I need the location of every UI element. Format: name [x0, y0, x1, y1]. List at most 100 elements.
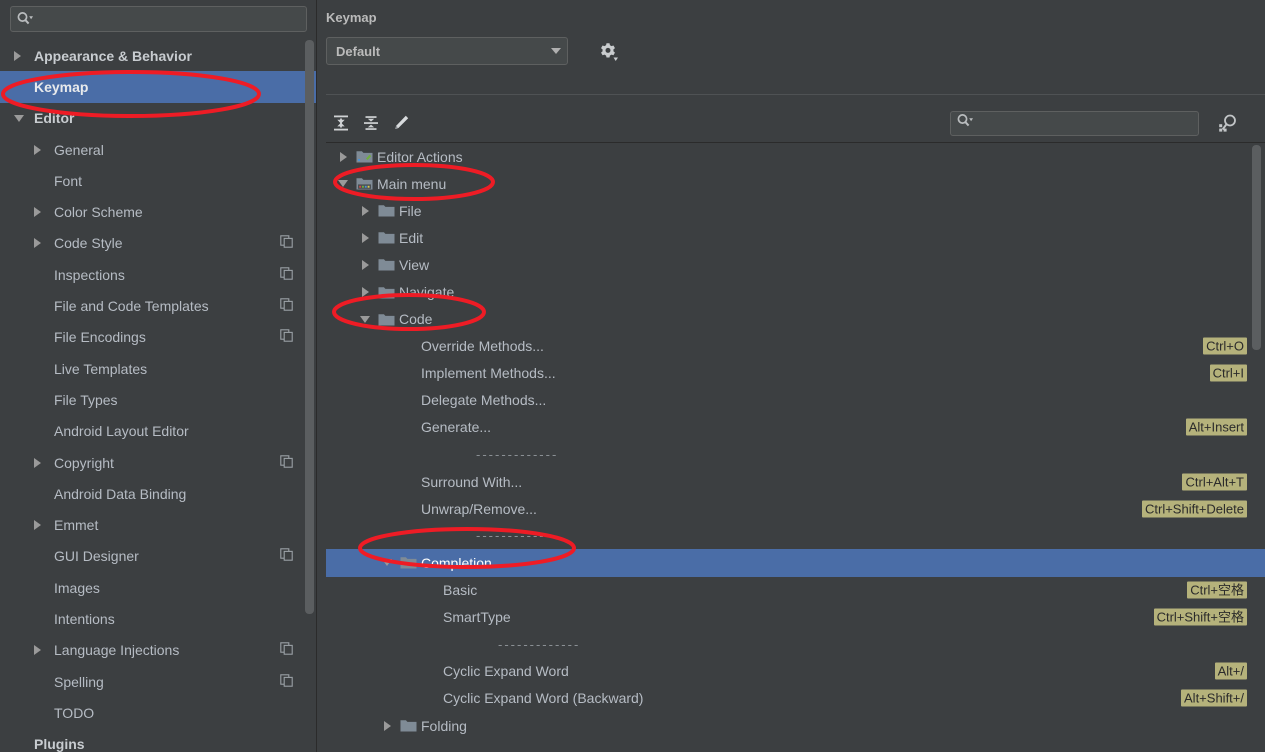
sidebar-item-code-style[interactable]: Code Style	[0, 228, 317, 259]
keymap-tree[interactable]: Editor Actions Main menu File Edit View Navig…	[326, 142, 1265, 752]
shortcut-badge: Ctrl+Alt+T	[1182, 473, 1247, 491]
sidebar-item-label: File and Code Templates	[54, 298, 209, 315]
tree-row-main-menu[interactable]: Main menu	[326, 170, 1265, 197]
chevron-right-icon[interactable]	[34, 520, 54, 531]
chevron-right-icon[interactable]	[354, 287, 376, 298]
tree-row-view[interactable]: View	[326, 251, 1265, 278]
project-scope-icon	[280, 548, 293, 564]
tree-row-override-methods[interactable]: Override Methods... Ctrl+O	[326, 333, 1265, 360]
sidebar-search-container	[0, 0, 317, 36]
tree-row-edit[interactable]: Edit	[326, 224, 1265, 251]
sidebar-item-appearance-behavior[interactable]: Appearance & Behavior	[0, 40, 317, 71]
chevron-down-icon[interactable]	[354, 315, 376, 323]
sidebar-item-copyright[interactable]: Copyright	[0, 447, 317, 478]
keymap-tree-scrollbar[interactable]	[1252, 145, 1261, 752]
sidebar-item-file-types[interactable]: File Types	[0, 384, 317, 415]
chevron-down-icon[interactable]	[14, 114, 34, 122]
chevron-right-icon[interactable]	[354, 259, 376, 270]
tree-row-smarttype[interactable]: SmartType Ctrl+Shift+空格	[326, 604, 1265, 631]
tree-row-label: SmartType	[443, 609, 511, 626]
sidebar-item-gui-designer[interactable]: GUI Designer	[0, 541, 317, 572]
chevron-down-icon[interactable]	[332, 180, 354, 188]
tree-row-basic[interactable]: Basic Ctrl+空格	[326, 577, 1265, 604]
tree-row-label: File	[399, 202, 422, 219]
sidebar-item-editor[interactable]: Editor	[0, 103, 317, 134]
tree-row-file[interactable]: File	[326, 197, 1265, 224]
tree-separator: -------------	[326, 631, 1265, 658]
tree-row-generate[interactable]: Generate... Alt+Insert	[326, 414, 1265, 441]
sidebar-scrollbar-thumb[interactable]	[305, 40, 314, 614]
project-scope-icon	[280, 329, 293, 345]
sidebar-item-label: Spelling	[54, 673, 104, 690]
sidebar-item-live-templates[interactable]: Live Templates	[0, 353, 317, 384]
shortcut-badge: Ctrl+空格	[1187, 581, 1247, 599]
keymap-settings-button[interactable]	[594, 38, 620, 64]
sidebar-search-input[interactable]	[34, 8, 306, 30]
tree-row-editor-actions[interactable]: Editor Actions	[326, 143, 1265, 170]
sidebar-item-emmet[interactable]: Emmet	[0, 509, 317, 540]
sidebar-item-label: Emmet	[54, 517, 99, 534]
chevron-right-icon[interactable]	[354, 232, 376, 243]
sidebar-item-intentions[interactable]: Intentions	[0, 603, 317, 634]
sidebar-item-android-layout-editor[interactable]: Android Layout Editor	[0, 416, 317, 447]
sidebar-item-language-injections[interactable]: Language Injections	[0, 635, 317, 666]
sidebar-item-label: File Encodings	[54, 329, 146, 346]
find-by-shortcut-button[interactable]	[1211, 109, 1245, 137]
chevron-right-icon[interactable]	[14, 50, 34, 61]
sidebar-item-label: Editor	[34, 110, 75, 127]
tree-row-cyclic-expand-word-backward[interactable]: Cyclic Expand Word (Backward) Alt+Shift+/	[326, 685, 1265, 712]
chevron-right-icon[interactable]	[34, 207, 54, 218]
chevron-down-icon[interactable]	[376, 559, 398, 567]
sidebar-item-inspections[interactable]: Inspections	[0, 259, 317, 290]
keymap-tree-scrollbar-thumb[interactable]	[1252, 145, 1261, 350]
tree-row-delegate-methods[interactable]: Delegate Methods...	[326, 387, 1265, 414]
sidebar-item-file-and-code-templates[interactable]: File and Code Templates	[0, 290, 317, 321]
keymap-tree-rows: Editor Actions Main menu File Edit View Navig…	[326, 143, 1265, 752]
tree-row-folding[interactable]: Folding	[326, 712, 1265, 739]
sidebar-item-color-scheme[interactable]: Color Scheme	[0, 196, 317, 227]
tree-row-completion[interactable]: Completion	[326, 549, 1265, 577]
sidebar-search-field[interactable]	[10, 6, 307, 32]
sidebar-item-label: General	[54, 141, 104, 158]
tree-row-cyclic-expand-word[interactable]: Cyclic Expand Word Alt+/	[326, 658, 1265, 685]
edit-shortcut-button[interactable]	[386, 109, 416, 137]
tree-row-label: Unwrap/Remove...	[421, 500, 537, 517]
expand-all-button[interactable]	[326, 109, 356, 137]
collapse-all-button[interactable]	[356, 109, 386, 137]
sidebar-item-keymap[interactable]: Keymap	[0, 71, 317, 103]
sidebar-item-label: TODO	[54, 704, 95, 721]
chevron-right-icon[interactable]	[34, 238, 54, 249]
sidebar-item-file-encodings[interactable]: File Encodings	[0, 322, 317, 353]
sidebar-item-font[interactable]: Font	[0, 165, 317, 196]
keymap-search-input[interactable]	[974, 112, 1198, 134]
chevron-right-icon[interactable]	[376, 720, 398, 731]
tree-row-label: Cyclic Expand Word	[443, 663, 569, 680]
sidebar-scrollbar[interactable]	[305, 40, 314, 752]
sidebar-item-general[interactable]: General	[0, 134, 317, 165]
tree-row-implement-methods[interactable]: Implement Methods... Ctrl+I	[326, 360, 1265, 387]
tree-row-unwrap-remove[interactable]: Unwrap/Remove... Ctrl+Shift+Delete	[326, 495, 1265, 522]
tree-separator: -------------	[326, 522, 1265, 549]
tree-row-label: View	[399, 256, 430, 273]
sidebar-item-android-data-binding[interactable]: Android Data Binding	[0, 478, 317, 509]
chevron-right-icon[interactable]	[34, 457, 54, 468]
chevron-right-icon[interactable]	[332, 151, 354, 162]
folder-icon	[376, 285, 396, 300]
tree-row-navigate[interactable]: Navigate	[326, 278, 1265, 305]
tree-row-surround-with[interactable]: Surround With... Ctrl+Alt+T	[326, 468, 1265, 495]
sidebar-item-plugins[interactable]: Plugins	[0, 729, 317, 752]
folder-icon	[376, 230, 396, 245]
sidebar-item-label: Color Scheme	[54, 204, 143, 221]
keymap-dropdown[interactable]: Default	[326, 37, 568, 65]
sidebar-item-spelling[interactable]: Spelling	[0, 666, 317, 697]
tree-row-label: Code	[399, 311, 433, 328]
chevron-right-icon[interactable]	[354, 205, 376, 216]
chevron-right-icon[interactable]	[34, 645, 54, 656]
header-divider	[326, 94, 1265, 95]
keymap-search-field[interactable]	[950, 110, 1199, 136]
chevron-down-icon	[551, 48, 561, 54]
chevron-right-icon[interactable]	[34, 144, 54, 155]
sidebar-item-todo[interactable]: TODO	[0, 697, 317, 728]
tree-row-code[interactable]: Code	[326, 306, 1265, 333]
sidebar-item-images[interactable]: Images	[0, 572, 317, 603]
